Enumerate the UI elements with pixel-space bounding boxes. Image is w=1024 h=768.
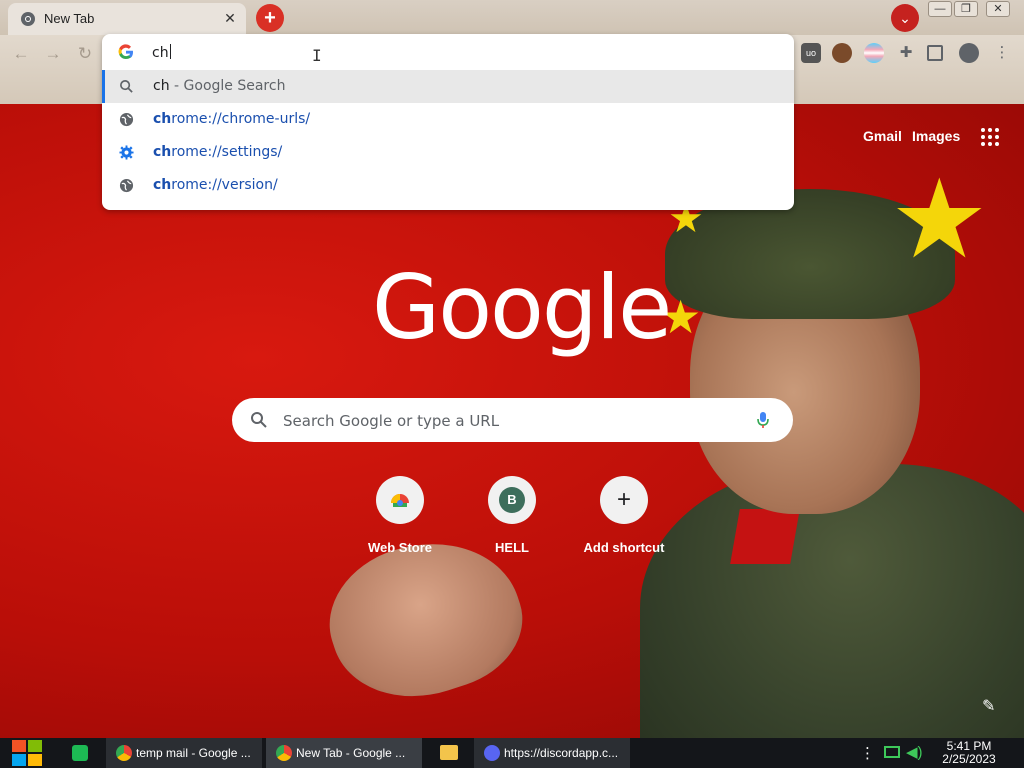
chrome-icon xyxy=(21,12,35,26)
suggestion-chrome-urls[interactable]: chrome://chrome-urls/ xyxy=(102,103,794,136)
background-collar xyxy=(730,509,800,564)
suggestion-text: chrome://chrome-urls/ xyxy=(153,111,311,127)
system-clock[interactable]: 5:41 PM 2/25/2023 xyxy=(936,740,1002,766)
text-caret xyxy=(169,44,171,59)
ntp-search-box[interactable]: Search Google or type a URL xyxy=(232,398,793,442)
flag-extension-icon[interactable] xyxy=(864,43,884,63)
suggestion-search-ch[interactable]: ch - Google Search xyxy=(102,70,794,103)
apps-grid-icon[interactable] xyxy=(981,128,999,146)
search-icon xyxy=(251,412,267,428)
reload-icon[interactable]: ↻ xyxy=(74,43,96,65)
suggestion-chrome-settings[interactable]: chrome://settings/ xyxy=(102,136,794,169)
suggestion-text: chrome://settings/ xyxy=(153,144,283,160)
search-icon xyxy=(120,80,133,93)
customize-pencil-icon[interactable]: ✎ xyxy=(982,696,1002,716)
avatar-extension-icon[interactable] xyxy=(832,43,852,63)
close-window-button[interactable]: ✕ xyxy=(986,1,1010,17)
suggestion-chrome-version[interactable]: chrome://version/ xyxy=(102,169,794,202)
globe-icon xyxy=(119,178,134,193)
windows-start-icon[interactable] xyxy=(10,738,44,768)
ublock-icon[interactable]: uo xyxy=(801,43,821,63)
overflow-menu-icon[interactable]: ⋮ xyxy=(860,744,875,762)
taskbar-app-label: temp mail - Google ... xyxy=(136,746,251,760)
volume-icon[interactable]: ◀) xyxy=(906,743,923,761)
forward-icon[interactable]: → xyxy=(42,43,64,65)
clock-date: 2/25/2023 xyxy=(942,752,996,766)
profile-icon[interactable] xyxy=(959,43,979,63)
title-bar: New Tab ✕ + ⌄ — ❐ ✕ xyxy=(0,0,1024,35)
new-tab-button[interactable]: + xyxy=(256,4,284,32)
chat-app-icon[interactable] xyxy=(72,745,88,761)
restore-button[interactable]: ❐ xyxy=(954,1,978,17)
chrome-icon xyxy=(276,745,292,761)
back-icon[interactable]: ← xyxy=(10,43,32,65)
address-bar[interactable]: ch I xyxy=(102,34,794,70)
shortcut-label: Add shortcut xyxy=(583,540,665,555)
shortcut-label: Web Store xyxy=(367,540,433,555)
chrome-icon xyxy=(116,745,132,761)
plus-icon: + xyxy=(600,476,648,524)
search-placeholder: Search Google or type a URL xyxy=(283,412,500,430)
omnibox-dropdown: ch I ch - Google Search chrome://chrome-… xyxy=(102,34,794,210)
taskbar: temp mail - Google ... New Tab - Google … xyxy=(0,738,1024,768)
web-store-icon xyxy=(376,476,424,524)
shortcut-label: HELL xyxy=(495,540,529,555)
add-shortcut-button[interactable]: + Add shortcut xyxy=(568,476,680,566)
omnibox-input[interactable]: ch xyxy=(152,44,171,61)
shortcut-hell[interactable]: B HELL xyxy=(456,476,568,566)
google-g-icon xyxy=(118,44,133,60)
images-link[interactable]: Images xyxy=(912,128,960,144)
gmail-link[interactable]: Gmail xyxy=(863,128,902,144)
tab-search-button[interactable]: ⌄ xyxy=(891,4,919,32)
tab-new-tab[interactable]: New Tab ✕ xyxy=(8,3,246,35)
background-star-icon: ★ xyxy=(890,155,989,283)
taskbar-app-new-tab[interactable]: New Tab - Google ... xyxy=(266,738,422,768)
taskbar-app-label: New Tab - Google ... xyxy=(296,746,406,760)
suggestion-text: chrome://version/ xyxy=(153,177,278,193)
minimize-button[interactable]: — xyxy=(928,1,952,17)
suggestion-text: ch - Google Search xyxy=(153,78,286,94)
shortcut-web-store[interactable]: Web Store xyxy=(344,476,456,566)
discord-icon xyxy=(484,745,500,761)
gear-icon xyxy=(119,145,134,160)
ibeam-cursor-icon: I xyxy=(312,46,322,65)
taskbar-app-temp-mail[interactable]: temp mail - Google ... xyxy=(106,738,262,768)
hell-avatar: B xyxy=(488,476,536,524)
taskbar-app-discord[interactable]: https://discordapp.c... xyxy=(474,738,630,768)
taskbar-app-label: https://discordapp.c... xyxy=(504,746,619,760)
google-logo: Google xyxy=(372,256,672,359)
network-icon[interactable] xyxy=(884,746,900,758)
side-panel-icon[interactable] xyxy=(927,45,943,61)
microphone-icon[interactable] xyxy=(753,410,773,430)
tab-title: New Tab xyxy=(44,11,95,26)
tab-close-icon[interactable]: ✕ xyxy=(220,8,240,28)
file-explorer-icon[interactable] xyxy=(440,745,458,760)
puzzle-icon[interactable]: ✚ xyxy=(896,43,916,63)
globe-icon xyxy=(119,112,134,127)
menu-icon[interactable]: ⋮ xyxy=(992,43,1012,63)
